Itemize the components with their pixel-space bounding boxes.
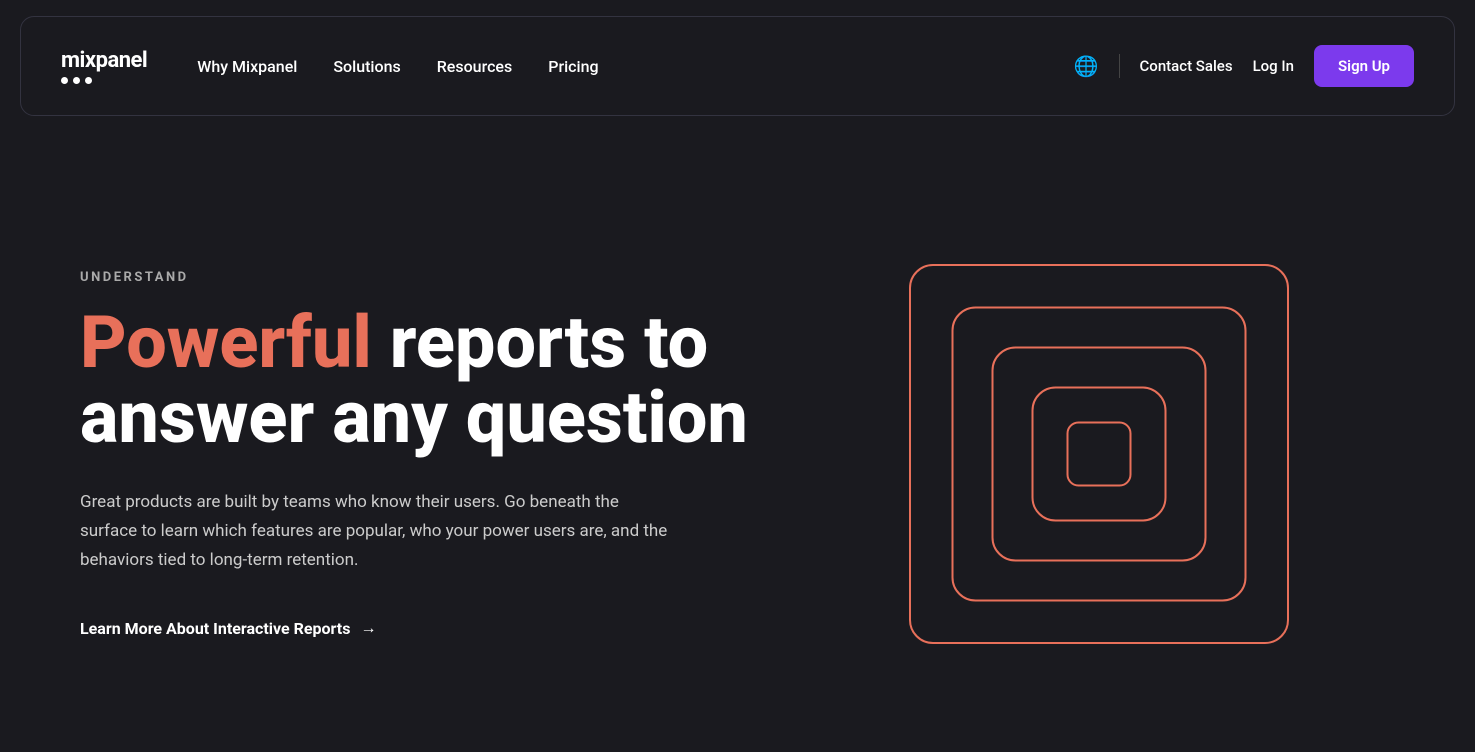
globe-icon[interactable]: 🌐 [1074, 54, 1099, 78]
square-5 [1067, 422, 1132, 487]
logo-link[interactable]: mixpanel [61, 48, 147, 84]
hero-graphic [803, 254, 1395, 654]
hero-description: Great products are built by teams who kn… [80, 488, 680, 575]
logo-dots [61, 77, 147, 84]
hero-cta-link[interactable]: Learn More About Interactive Reports → [80, 618, 376, 638]
hero-cta-label: Learn More About Interactive Reports [80, 619, 350, 638]
contact-sales-link[interactable]: Contact Sales [1140, 57, 1233, 75]
logo-dot-1 [61, 77, 68, 84]
logo-text: mixpanel [61, 48, 147, 73]
signup-button[interactable]: Sign Up [1314, 45, 1414, 87]
nav-divider [1119, 54, 1120, 78]
nav-links: Why Mixpanel Solutions Resources Pricing [197, 57, 1073, 76]
navbar: mixpanel Why Mixpanel Solutions Resource… [20, 16, 1455, 116]
nav-link-pricing[interactable]: Pricing [548, 57, 598, 76]
hero-content: UNDERSTAND Powerful reports to answer an… [80, 270, 803, 639]
hero-cta-arrow: → [360, 618, 376, 638]
nav-right: 🌐 Contact Sales Log In Sign Up [1074, 45, 1414, 87]
logo-dot-2 [73, 77, 80, 84]
nav-link-solutions[interactable]: Solutions [333, 57, 400, 76]
nav-link-resources[interactable]: Resources [437, 57, 513, 76]
nested-squares-graphic [899, 254, 1299, 654]
hero-title: Powerful reports to answer any question [80, 305, 803, 456]
hero-section: UNDERSTAND Powerful reports to answer an… [0, 132, 1475, 736]
login-link[interactable]: Log In [1253, 57, 1294, 75]
nav-link-why-mixpanel[interactable]: Why Mixpanel [197, 57, 297, 76]
hero-title-accent: Powerful [80, 300, 372, 385]
section-label: UNDERSTAND [80, 270, 803, 285]
logo-dot-3 [85, 77, 92, 84]
